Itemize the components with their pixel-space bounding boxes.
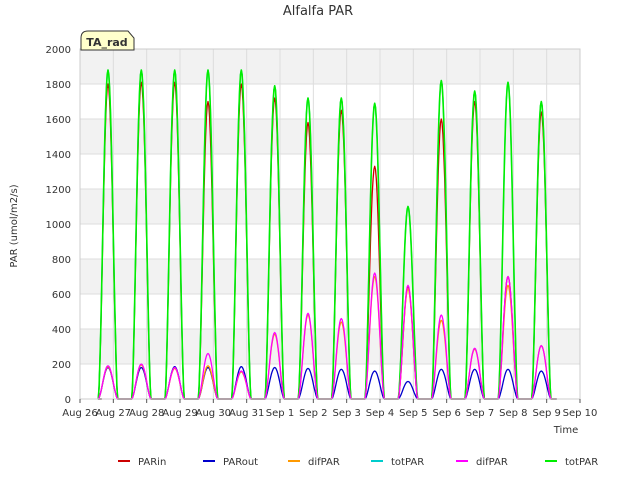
chart: 0 200 400 600 800 1000 1200 1400 1600 1800 2000 Au…: [9, 4, 598, 468]
x-tick-label: Sep 10: [563, 408, 598, 419]
legend-label: PARout: [223, 457, 258, 468]
x-tick-label: Aug 31: [229, 408, 264, 419]
x-tick-label: Aug 26: [62, 408, 97, 419]
y-tick-label: 2000: [46, 45, 71, 56]
y-tick-label: 800: [52, 255, 71, 266]
x-tick-label: Sep 3: [332, 408, 360, 419]
x-tick-label: Aug 28: [129, 408, 164, 419]
y-tick-label: 1800: [46, 80, 71, 91]
legend-label: difPAR: [476, 457, 508, 468]
plot-band: [80, 224, 580, 259]
y-axis: 0 200 400 600 800 1000 1200 1400 1600 1800 2000: [46, 45, 71, 406]
y-axis-label: PAR (umol/m2/s): [9, 184, 20, 267]
legend: PARin PARout difPAR totPAR difPAR totPAR: [118, 457, 598, 468]
y-tick-label: 600: [52, 290, 71, 301]
x-tick-label: Sep 9: [532, 408, 560, 419]
annotation-box: TA_rad: [80, 30, 135, 51]
x-axis-label: Time: [553, 425, 578, 436]
x-tick-label: Sep 8: [499, 408, 527, 419]
plot-band: [80, 84, 580, 119]
legend-label: difPAR: [308, 457, 340, 468]
legend-label: totPAR: [565, 457, 598, 468]
annotation-label: TA_rad: [86, 36, 127, 49]
legend-label: totPAR: [391, 457, 424, 468]
plot-band: [80, 329, 580, 364]
x-tick-label: Aug 27: [96, 408, 131, 419]
plot-band: [80, 49, 580, 84]
y-tick-label: 400: [52, 325, 71, 336]
y-tick-label: 1000: [46, 220, 71, 231]
plot-band: [80, 259, 580, 294]
y-tick-label: 1600: [46, 115, 71, 126]
legend-label: PARin: [138, 457, 166, 468]
y-tick-label: 0: [65, 395, 71, 406]
x-tick-label: Aug 30: [196, 408, 231, 419]
y-tick-label: 1200: [46, 185, 71, 196]
x-tick-label: Aug 29: [162, 408, 197, 419]
plot-band: [80, 364, 580, 399]
y-tick-label: 200: [52, 360, 71, 371]
x-axis: Aug 26Aug 27Aug 28Aug 29Aug 30Aug 31 Sep …: [62, 399, 597, 419]
y-tick-label: 1400: [46, 150, 71, 161]
x-tick-label: Sep 7: [466, 408, 494, 419]
x-tick-label: Sep 6: [432, 408, 460, 419]
x-tick-label: Sep 1: [266, 408, 294, 419]
chart-title: Alfalfa PAR: [283, 4, 353, 19]
x-tick-label: Sep 2: [299, 408, 327, 419]
plot-band: [80, 189, 580, 224]
x-tick-label: Sep 4: [366, 408, 394, 419]
x-tick-label: Sep 5: [399, 408, 427, 419]
